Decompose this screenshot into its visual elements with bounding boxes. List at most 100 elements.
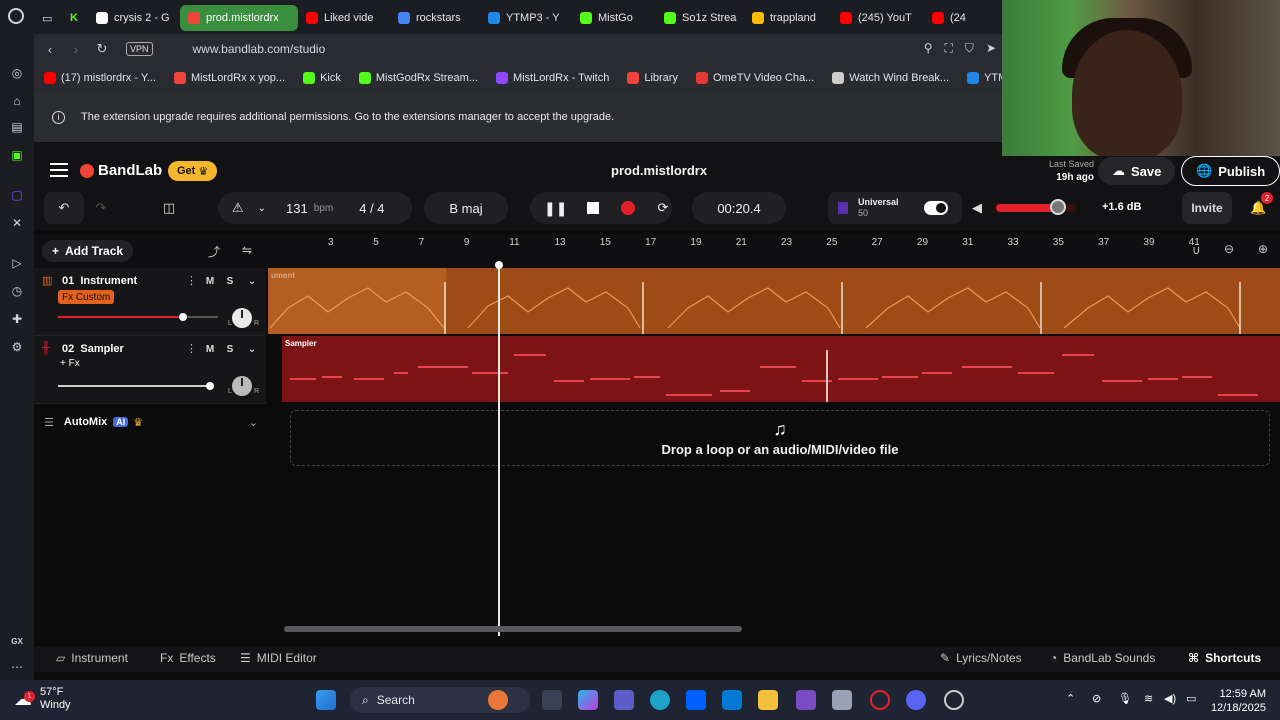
magnet-icon[interactable]: ∪: [1192, 243, 1201, 257]
loop-icon[interactable]: ⟳: [657, 200, 668, 216]
wifi-icon[interactable]: ≋: [1144, 692, 1153, 705]
track-volume-slider[interactable]: [58, 382, 215, 390]
kick-tab-icon[interactable]: K: [62, 5, 88, 31]
chevron-up-icon[interactable]: ⌃: [1066, 692, 1075, 705]
fx-badge[interactable]: Fx Custom: [58, 290, 115, 304]
battery-icon[interactable]: ▭: [1186, 692, 1196, 705]
clipchamp-icon[interactable]: [796, 690, 816, 710]
x-icon[interactable]: ✕: [8, 214, 26, 232]
player-icon[interactable]: ▷: [8, 254, 26, 272]
back-icon[interactable]: ‹: [40, 42, 60, 57]
solo-button[interactable]: S: [222, 341, 238, 357]
windows-start-icon[interactable]: [316, 690, 336, 710]
publish-button[interactable]: 🌐 Publish: [1181, 156, 1280, 186]
browser-tab[interactable]: MistGo: [572, 5, 656, 31]
automix-row[interactable]: ☰ AutoMix AI ♛ ⌄: [34, 408, 266, 436]
tabs-icon[interactable]: ▤: [8, 118, 26, 136]
track-volume-slider[interactable]: [58, 313, 218, 321]
bookmark-item[interactable]: MistLordRx - Twitch: [495, 72, 609, 84]
invite-button[interactable]: Invite: [1182, 192, 1232, 224]
more-icon[interactable]: ⋯: [8, 658, 26, 676]
send-icon[interactable]: ➤: [986, 41, 996, 56]
browser-tab[interactable]: (245) YouT: [832, 5, 924, 31]
taskbar-clock[interactable]: 12:59 AM 12/18/2025: [1211, 687, 1266, 715]
lyrics-tab[interactable]: ✎ Lyrics/Notes: [940, 651, 1022, 665]
add-track-button[interactable]: + Add Track: [42, 240, 134, 262]
bandlab-sounds-tab[interactable]: ◔ BandLab Sounds: [1050, 651, 1155, 665]
clip-instrument[interactable]: ument: [268, 268, 1280, 334]
edge-icon[interactable]: [650, 690, 670, 710]
solo-button[interactable]: S: [222, 273, 238, 289]
timeline-ruler[interactable]: 3 5 7 9 11 13 15 17 19 21 23 25 27 29 31 33 35 37 39 41: [268, 234, 1280, 268]
menu-icon[interactable]: [50, 163, 68, 177]
redo-button[interactable]: ↷: [86, 192, 116, 224]
microphone-icon[interactable]: 🎙: [1118, 692, 1132, 705]
mute-button[interactable]: M: [202, 341, 218, 357]
shortcuts-button[interactable]: ⌘ Shortcuts: [1188, 651, 1261, 665]
track-name[interactable]: 01 Instrument: [62, 275, 137, 287]
bookmark-item[interactable]: MistGodRx Stream...: [358, 72, 478, 84]
browser-tab[interactable]: crysis 2 - G: [88, 5, 180, 31]
project-title[interactable]: prod.mistlordrx: [611, 163, 707, 178]
task-view-icon[interactable]: [542, 690, 562, 710]
reload-icon[interactable]: ↻: [92, 41, 112, 57]
discord-icon[interactable]: [906, 690, 926, 710]
volume-icon[interactable]: ◀): [1164, 692, 1176, 705]
browser-tab[interactable]: YTMP3 - Y: [480, 5, 572, 31]
forward-icon[interactable]: ›: [66, 42, 86, 57]
automation-icon[interactable]: ⤴: [208, 243, 220, 260]
speaker-mute-icon[interactable]: ◀: [972, 200, 982, 216]
metronome-icon[interactable]: ⚠: [232, 200, 244, 216]
track-header-sampler[interactable]: ╫ 02 Sampler ⋮ M S ⌄ + Fx L R: [34, 336, 266, 404]
copilot-icon[interactable]: [578, 690, 598, 710]
snapshot-icon[interactable]: ⛶: [945, 41, 953, 56]
bookmark-item[interactable]: MistLordRx x yop...: [173, 72, 285, 84]
zoom-in-icon[interactable]: ⊕: [1258, 242, 1268, 256]
dropbox-icon[interactable]: [686, 690, 706, 710]
track-menu-icon[interactable]: ⋮: [186, 342, 197, 355]
track-header-instrument[interactable]: ▥ 01 Instrument ⋮ M S ⌄ Fx Custom L R: [34, 268, 266, 336]
track-settings-icon[interactable]: ⇋: [242, 243, 252, 257]
bluetooth-off-icon[interactable]: ⊘: [1092, 692, 1101, 705]
zoom-out-icon[interactable]: ⊖: [1224, 242, 1234, 256]
instrument-tab[interactable]: ▱ Instrument: [56, 651, 128, 665]
clip-sampler[interactable]: Sampler: [282, 336, 1280, 402]
browser-tab[interactable]: rockstars: [390, 5, 480, 31]
weather-widget[interactable]: ☁ 1 57°F Windy: [14, 686, 71, 712]
playhead[interactable]: [498, 262, 500, 636]
bookmark-item[interactable]: Kick: [303, 72, 341, 84]
bandlab-logo[interactable]: BandLab: [80, 162, 162, 179]
outlook-icon[interactable]: [722, 690, 742, 710]
universal-toggle[interactable]: [924, 201, 948, 215]
bookmark-item[interactable]: OmeTV Video Cha...: [695, 72, 814, 84]
pause-icon[interactable]: ❚❚: [544, 200, 567, 217]
browser-tab[interactable]: So1z Strea: [656, 5, 744, 31]
browser-tab[interactable]: prod.mistlordrx: [180, 5, 298, 31]
mixer-toggle-button[interactable]: ◫: [154, 192, 184, 224]
chevron-down-icon[interactable]: ⌄: [244, 341, 260, 357]
universal-control[interactable]: Universal 50: [828, 192, 962, 224]
workspaces-icon[interactable]: ⌂: [8, 92, 26, 110]
get-membership-button[interactable]: Get ♛: [168, 161, 218, 181]
playhead-handle[interactable]: [495, 261, 503, 269]
new-tab-icon[interactable]: ▭: [34, 5, 62, 31]
pan-knob[interactable]: [232, 308, 252, 328]
steam-icon[interactable]: [944, 690, 964, 710]
opera-logo-icon[interactable]: [8, 8, 24, 24]
key-selector[interactable]: B maj: [424, 192, 508, 224]
bookmark-item[interactable]: (17) mistlordrx - Y...: [44, 72, 156, 84]
teams-icon[interactable]: [614, 690, 634, 710]
horizontal-scrollbar[interactable]: [284, 626, 742, 632]
midi-editor-tab[interactable]: ☰ MIDI Editor: [240, 651, 317, 665]
save-button[interactable]: ☁ Save: [1098, 157, 1176, 185]
time-signature[interactable]: 4 / 4: [359, 201, 384, 216]
browser-tab[interactable]: Liked vide: [298, 5, 390, 31]
vpn-badge[interactable]: VPN: [126, 42, 153, 56]
record-icon[interactable]: [621, 201, 636, 215]
kick-icon[interactable]: ▣: [8, 146, 26, 164]
settings-icon[interactable]: ⚙: [8, 338, 26, 356]
bpm-value[interactable]: 131: [286, 201, 308, 216]
chevron-down-icon[interactable]: ⌄: [258, 203, 266, 214]
browser-tab[interactable]: trappland: [744, 5, 832, 31]
url-field[interactable]: www.bandlab.com/studio: [193, 42, 326, 56]
